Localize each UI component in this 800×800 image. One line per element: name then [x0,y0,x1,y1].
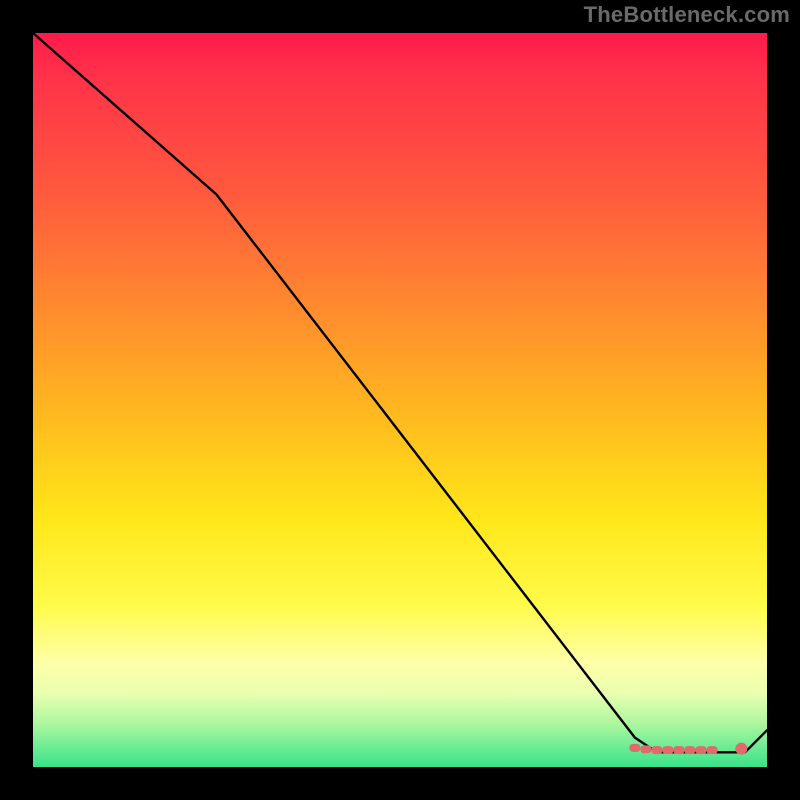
end-dot [735,743,747,755]
flat-segment-dot [629,744,640,752]
flat-segment-dot [662,746,673,754]
watermark-text: TheBottleneck.com [584,2,790,28]
flat-segment-dot [673,746,684,754]
end-marker [735,743,747,755]
chart-frame: TheBottleneck.com [0,0,800,800]
flat-segment-dot [640,745,651,753]
main-curve [33,33,767,752]
flat-segment-dot [707,746,718,754]
chart-overlay [33,33,767,767]
flat-segment-dot [695,746,706,754]
flat-segment-dot [684,746,695,754]
flat-segment-dot [651,746,662,754]
